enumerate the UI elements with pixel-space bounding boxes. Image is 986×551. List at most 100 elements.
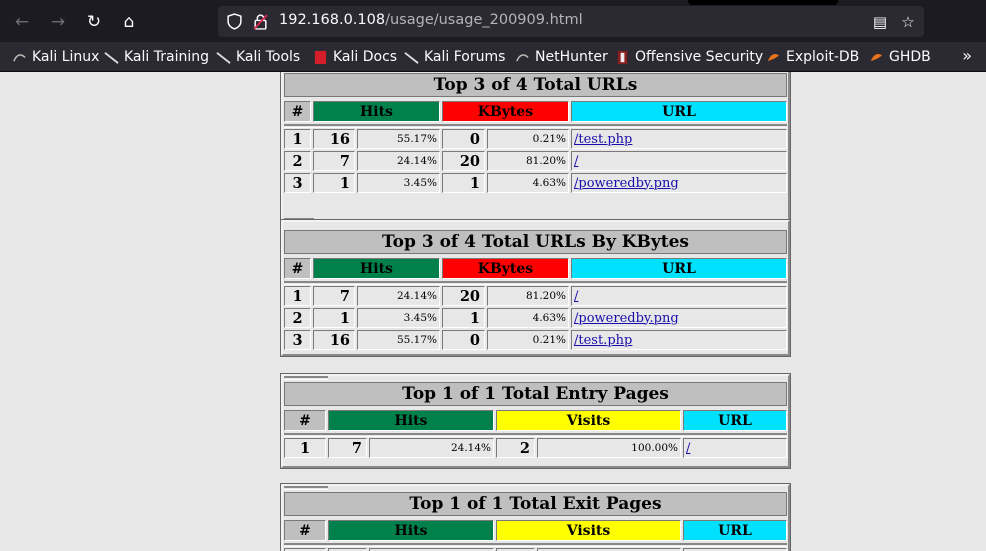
col-url: URL	[571, 258, 787, 279]
divider	[284, 543, 787, 547]
address-bar[interactable]: 192.168.0.108/usage/usage_200909.html ▤ …	[218, 6, 924, 37]
divider	[284, 486, 328, 490]
divider	[284, 376, 328, 380]
row-kbytes: 0	[442, 330, 485, 350]
row-hits-pct: 24.14%	[357, 286, 440, 306]
nethunter-icon	[516, 53, 529, 62]
bookmark-label: Kali Linux	[32, 49, 100, 65]
kali-dragon-icon	[404, 51, 419, 64]
row-kbytes-pct: 4.63%	[487, 308, 569, 328]
row-index: 1	[284, 438, 326, 458]
row-url-link[interactable]: /	[686, 441, 690, 456]
col-kbytes: KBytes	[442, 258, 569, 279]
bookmark-label: Kali Forums	[424, 49, 506, 65]
row-url-cell: /	[571, 286, 787, 306]
col-index: #	[284, 410, 326, 431]
bookmark-kali-linux[interactable]: Kali Linux	[12, 47, 99, 67]
table-title: Top 3 of 4 Total URLs By KBytes	[284, 230, 787, 254]
row-index: 3	[284, 330, 311, 350]
col-index: #	[284, 258, 311, 279]
table-title: Top 1 of 1 Total Entry Pages	[284, 382, 787, 406]
row-url-link[interactable]: /	[574, 154, 578, 169]
divider	[284, 281, 787, 285]
row-url-cell: /	[571, 151, 787, 171]
reader-view-icon[interactable]: ▤	[870, 12, 890, 32]
offsec-icon	[617, 50, 628, 64]
bookmark-kali-tools[interactable]: Kali Tools	[216, 47, 300, 67]
col-hits: Hits	[313, 101, 440, 122]
row-url-cell: /	[683, 438, 787, 458]
url-host: 192.168.0.108	[279, 12, 386, 28]
row-url-cell: /poweredby.png	[571, 308, 787, 328]
row-index: 3	[284, 173, 311, 193]
bookmark-exploit-db[interactable]: Exploit-DB	[766, 47, 859, 67]
row-url-link[interactable]: /poweredby.png	[574, 176, 679, 191]
url-path: /usage/usage_200909.html	[385, 12, 583, 28]
row-kbytes-pct: 4.63%	[487, 173, 569, 193]
col-url: URL	[571, 101, 787, 122]
more-bookmarks-icon[interactable]: »	[962, 46, 972, 65]
bookmark-label: GHDB	[889, 49, 931, 65]
row-kbytes: 20	[442, 286, 485, 306]
forward-arrow-icon[interactable]: →	[45, 9, 71, 35]
bookmark-label: NetHunter	[535, 49, 608, 65]
bookmark-kali-docs[interactable]: Kali Docs	[313, 47, 397, 67]
row-url-link[interactable]: /test.php	[574, 132, 632, 147]
row-hits-pct: 55.17%	[357, 129, 440, 149]
bookmark-nethunter[interactable]: NetHunter	[515, 47, 608, 67]
table-title: Top 1 of 1 Total Exit Pages	[284, 492, 787, 516]
bookmark-kali-forums[interactable]: Kali Forums	[404, 47, 505, 67]
ghdb-icon	[870, 53, 883, 61]
row-hits: 7	[313, 286, 355, 306]
row-hits: 16	[313, 330, 355, 350]
row-hits-pct: 3.45%	[357, 173, 440, 193]
bookmark-label: Offensive Security	[635, 49, 764, 65]
exploit-db-icon	[767, 53, 780, 61]
row-hits: 7	[313, 151, 355, 171]
reload-icon[interactable]: ↻	[81, 9, 107, 35]
row-url-link[interactable]: /poweredby.png	[574, 311, 679, 326]
row-index: 2	[284, 308, 311, 328]
top-exit-pages-table: Top 1 of 1 Total Exit Pages # Hits Visit…	[280, 483, 791, 551]
row-index: 1	[284, 286, 311, 306]
row-url-cell: /test.php	[571, 129, 787, 149]
kali-dragon-icon	[13, 53, 26, 62]
row-url-cell: /test.php	[571, 330, 787, 350]
row-hits-pct: 55.17%	[357, 330, 440, 350]
row-kbytes-pct: 81.20%	[487, 151, 569, 171]
shield-icon[interactable]	[226, 13, 243, 30]
url-text[interactable]: 192.168.0.108/usage/usage_200909.html	[279, 12, 583, 28]
col-visits: Visits	[496, 410, 681, 431]
row-index: 2	[284, 151, 311, 171]
browser-toolbar: ← → ↻ ⌂ 192.168.0.108/usage/usage_200909…	[0, 0, 986, 42]
kali-dragon-icon	[216, 51, 231, 64]
row-hits: 7	[328, 438, 367, 458]
row-url-link[interactable]: /test.php	[574, 333, 632, 348]
bookmark-offensive-security[interactable]: Offensive Security	[615, 47, 763, 67]
bookmark-kali-training[interactable]: Kali Training	[104, 47, 209, 67]
bookmarks-toolbar: Kali Linux Kali Training Kali Tools Kali…	[0, 42, 986, 72]
bookmark-ghdb[interactable]: GHDB	[869, 47, 931, 67]
bookmark-label: Exploit-DB	[786, 49, 860, 65]
table-title: Top 3 of 4 Total URLs	[284, 73, 787, 97]
row-kbytes-pct: 0.21%	[487, 330, 569, 350]
row-url-link[interactable]: /	[574, 289, 578, 304]
bookmark-label: Kali Training	[124, 49, 209, 65]
col-visits: Visits	[496, 520, 681, 541]
insecure-lock-icon[interactable]	[252, 13, 269, 30]
home-icon[interactable]: ⌂	[116, 9, 142, 35]
row-kbytes: 1	[442, 308, 485, 328]
page-content: Top 3 of 4 Total URLs # Hits KBytes URL …	[0, 72, 986, 551]
row-hits: 16	[313, 129, 355, 149]
col-url: URL	[683, 410, 787, 431]
top-urls-table: Top 3 of 4 Total URLs # Hits KBytes URL …	[280, 72, 791, 226]
col-index: #	[284, 101, 311, 122]
row-hits-pct: 24.14%	[357, 151, 440, 171]
row-visits: 2	[496, 438, 535, 458]
back-arrow-icon[interactable]: ←	[9, 9, 35, 35]
bookmark-star-icon[interactable]: ☆	[898, 12, 918, 32]
row-hits: 1	[313, 308, 355, 328]
row-hits-pct: 3.45%	[357, 308, 440, 328]
col-kbytes: KBytes	[442, 101, 569, 122]
top-urls-by-kbytes-table: Top 3 of 4 Total URLs By KBytes # Hits K…	[280, 219, 791, 357]
